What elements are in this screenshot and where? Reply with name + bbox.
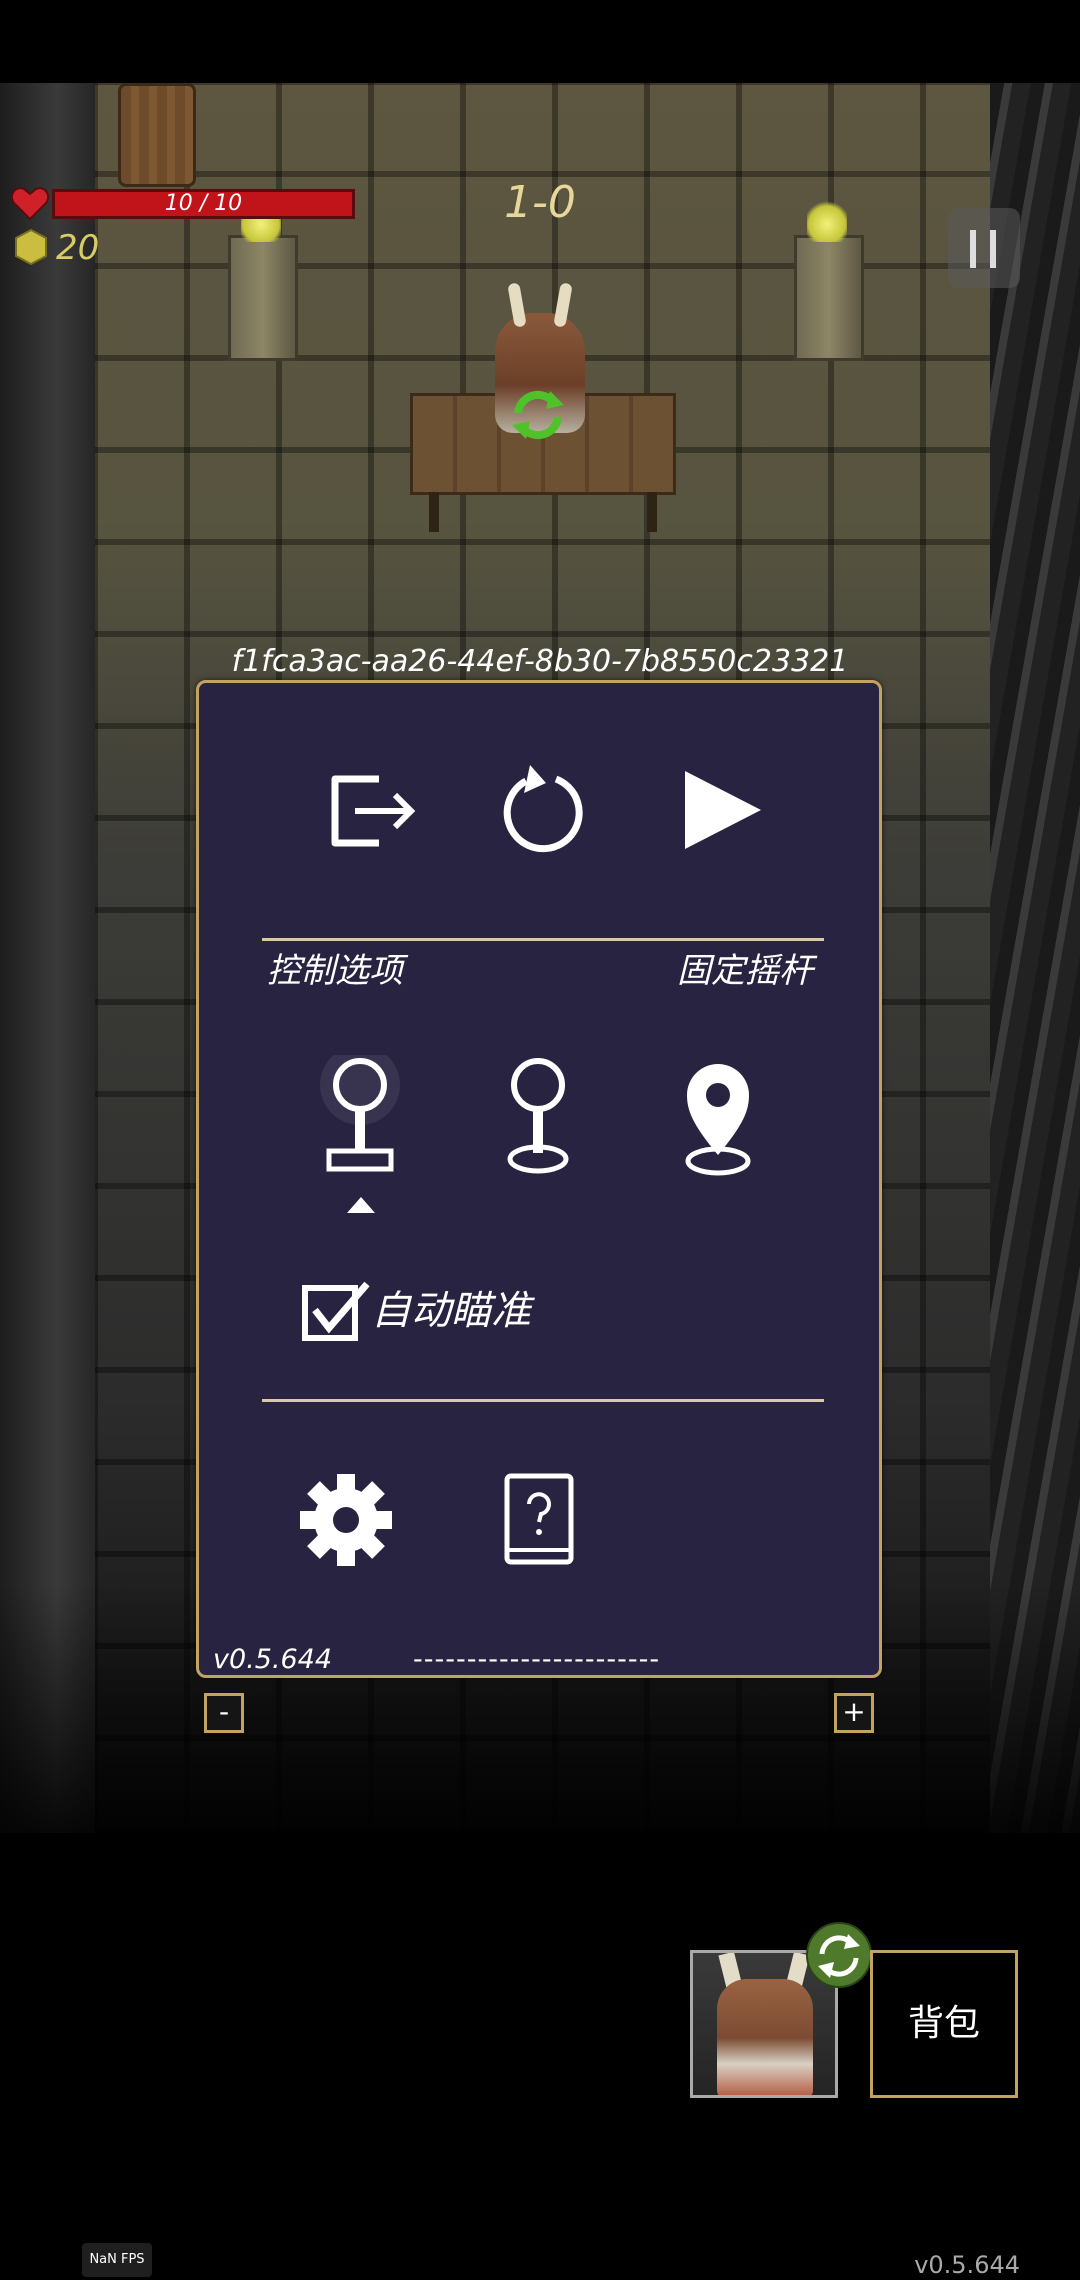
zoom-in-button[interactable]: +	[834, 1693, 874, 1733]
coin-count: 20	[56, 228, 100, 268]
torch-pillar-right	[794, 198, 864, 361]
seed-text: f1fca3ac-aa26-44ef-8b30-7b8550c23321	[231, 644, 849, 679]
selection-arrow	[347, 1197, 375, 1213]
swap-character-icon[interactable]	[806, 1922, 872, 1988]
barrel	[118, 83, 196, 187]
torch-pillar-left	[228, 198, 298, 361]
level-indicator: 1-0	[504, 177, 576, 228]
zoom-out-button[interactable]: -	[204, 1693, 244, 1733]
tap-to-move-icon[interactable]	[673, 1055, 763, 1185]
auto-aim-label[interactable]: 自动瞄准	[371, 1283, 531, 1339]
play-icon[interactable]	[677, 765, 767, 855]
divider-top	[262, 938, 824, 941]
gear-icon[interactable]	[299, 1470, 393, 1570]
pause-button[interactable]	[948, 208, 1020, 288]
restart-icon[interactable]	[496, 759, 592, 859]
version-corner: v0.5.644	[914, 2251, 1020, 2279]
control-options-label: 控制选项	[267, 951, 403, 991]
pause-icon	[970, 230, 976, 268]
fps-counter: NaN FPS	[82, 2243, 152, 2277]
help-book-icon[interactable]	[501, 1470, 577, 1568]
floating-joystick-icon[interactable]	[493, 1055, 583, 1185]
fixed-joystick-label: 固定摇杆	[677, 951, 813, 991]
right-wall	[990, 83, 1080, 1833]
divider-bottom	[262, 1399, 824, 1402]
dash-line: -----------------------	[413, 1644, 661, 1675]
fixed-joystick-icon[interactable]	[315, 1055, 405, 1185]
version-label: v0.5.644	[213, 1644, 333, 1675]
exit-icon[interactable]	[321, 765, 421, 855]
coin-icon	[15, 228, 47, 266]
swap-icon[interactable]	[506, 383, 570, 447]
pause-menu: 控制选项 固定摇杆 自动瞄准 v0.5.644 ----------------…	[196, 680, 882, 1678]
auto-aim-checkbox[interactable]	[301, 1280, 373, 1342]
backpack-button[interactable]: 背包	[870, 1950, 1018, 2098]
left-wall	[0, 83, 95, 1833]
